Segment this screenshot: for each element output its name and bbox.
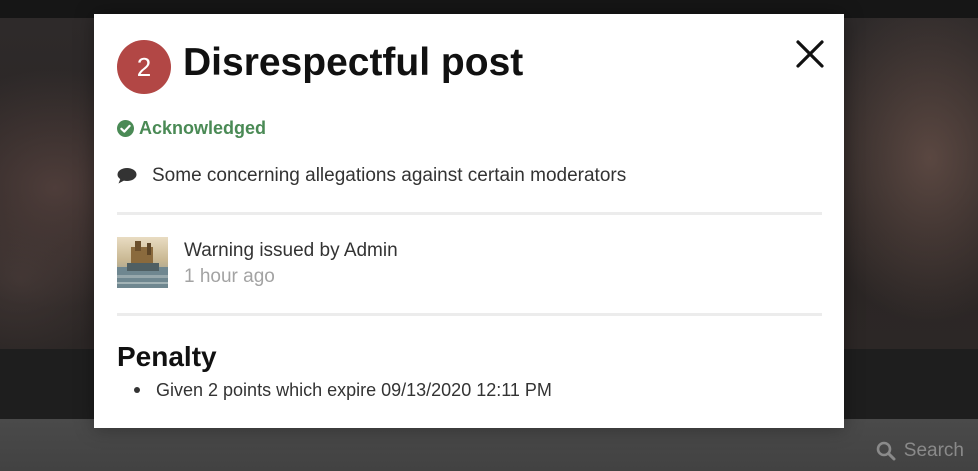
penalty-item: Given 2 points which expire 09/13/2020 1… <box>134 378 552 402</box>
status-row: Acknowledged <box>117 118 266 139</box>
modal-title: Disrespectful post <box>183 41 524 84</box>
issuer-text: Warning issued by Admin 1 hour ago <box>184 238 398 290</box>
close-icon <box>794 38 826 70</box>
issued-time: 1 hour ago <box>184 266 275 287</box>
issuer-row: Warning issued by Admin 1 hour ago <box>117 237 398 290</box>
status-label: Acknowledged <box>139 118 267 138</box>
comment-icon <box>117 167 137 185</box>
reason-row: Some concerning allegations against cert… <box>117 165 626 187</box>
issuer-label: Warning issued by Admin <box>184 240 398 261</box>
penalty-heading: Penalty <box>117 341 217 372</box>
search-label: Search <box>903 440 964 461</box>
bullet-icon <box>134 387 140 393</box>
divider <box>117 212 822 215</box>
search-icon <box>876 441 896 461</box>
modal-header: 2 Disrespectful post <box>117 40 523 94</box>
penalty-item-text: Given 2 points which expire 09/13/2020 1… <box>156 380 552 400</box>
avatar[interactable] <box>117 237 168 288</box>
background-search[interactable]: Search <box>876 440 964 462</box>
points-badge: 2 <box>117 40 171 94</box>
divider <box>117 313 822 316</box>
reason-text: Some concerning allegations against cert… <box>152 165 627 186</box>
close-button[interactable] <box>794 38 826 70</box>
check-circle-icon <box>117 120 134 137</box>
warning-modal: 2 Disrespectful post Acknowledged Some c… <box>94 14 844 428</box>
penalty-list: Given 2 points which expire 09/13/2020 1… <box>134 378 552 402</box>
